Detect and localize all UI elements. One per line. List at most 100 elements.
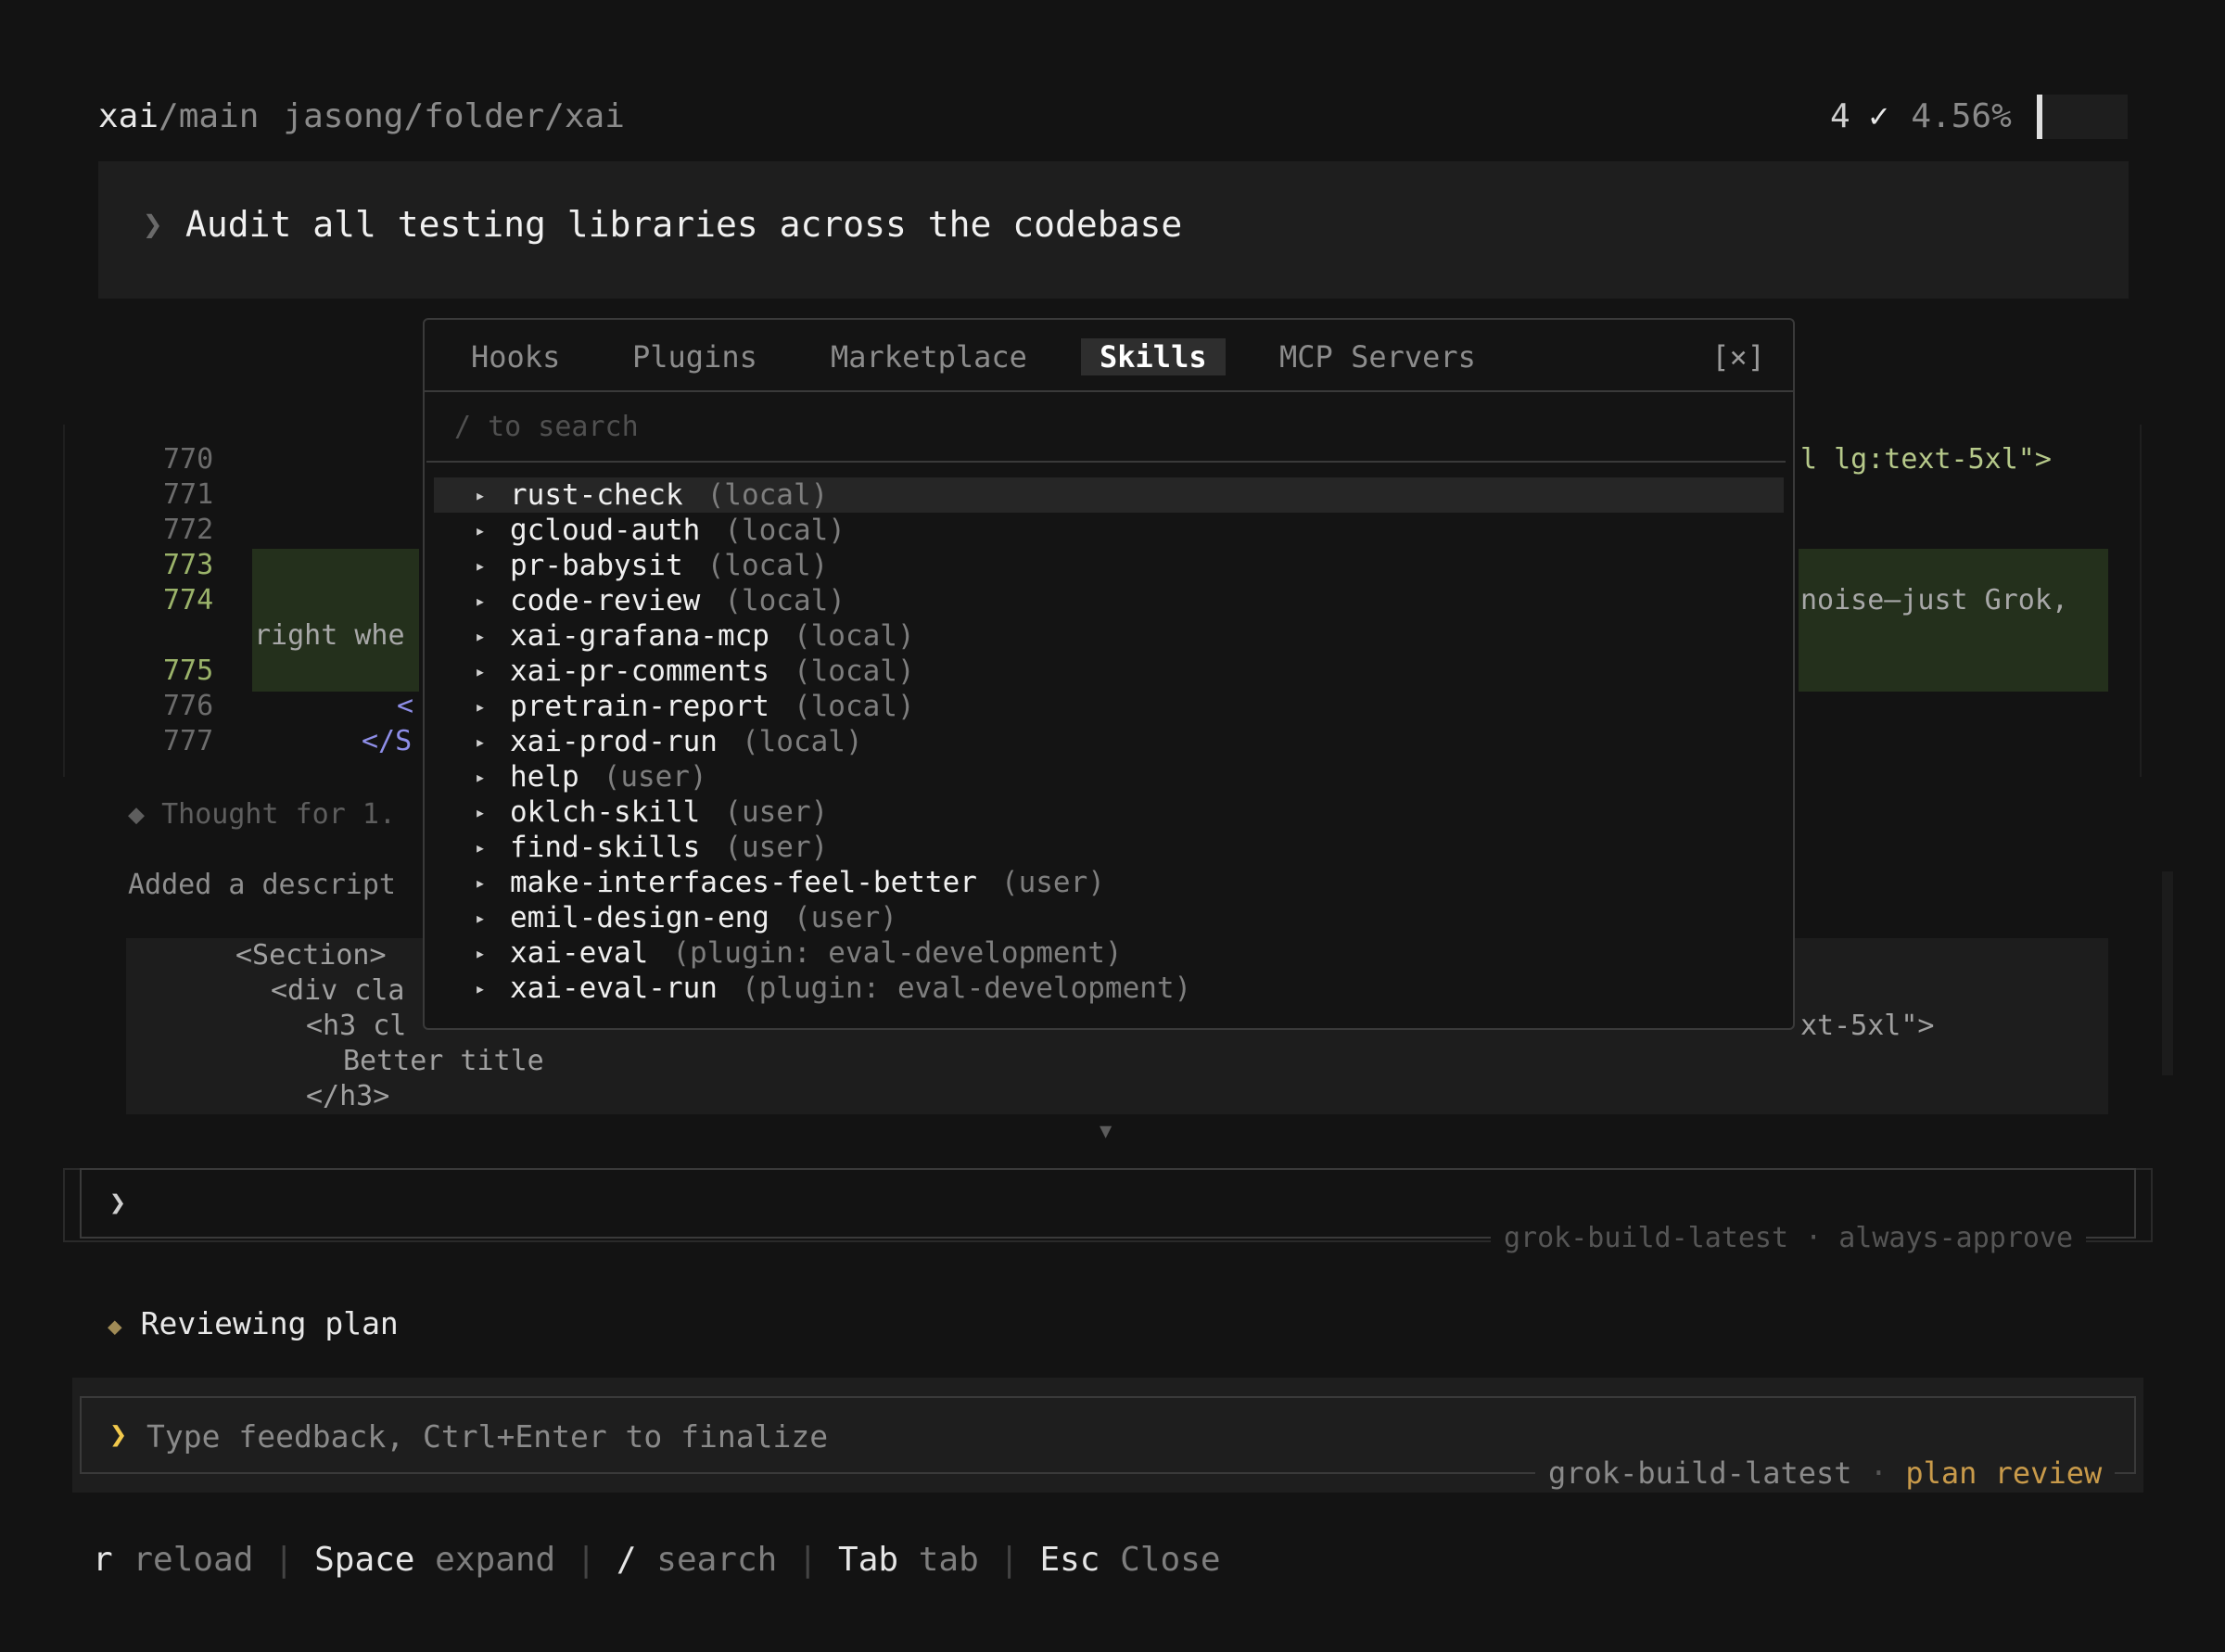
mode-label: plan review (1905, 1455, 2103, 1491)
branch-name: main (178, 97, 260, 135)
snippet-line: <Section> (235, 939, 387, 972)
snippet-line: <div cla (271, 974, 405, 1007)
skill-source: (local) (724, 514, 846, 547)
skill-source: (local) (706, 549, 829, 582)
code-fragment: l lg:text-5xl"> (1800, 443, 2052, 476)
skill-source: (plugin: eval-development) (672, 936, 1123, 970)
key-action[interactable]: Close (1120, 1541, 1220, 1579)
tab-skills[interactable]: Skills (1081, 338, 1226, 375)
snippet-line: </h3> (306, 1080, 390, 1112)
code-fragment: noise—just Grok, (1800, 584, 2068, 616)
list-item[interactable]: ▸ xai-prod-run (local) (434, 724, 1784, 759)
divider: | (998, 1541, 1020, 1579)
search-input[interactable] (452, 405, 1290, 448)
line-number: 775 (163, 654, 214, 687)
key-action[interactable]: tab (919, 1541, 979, 1579)
extensions-modal: Hooks Plugins Marketplace Skills MCP Ser… (423, 318, 1795, 1030)
diff-added-highlight (1799, 549, 2108, 692)
skill-source: (local) (724, 584, 846, 617)
expand-icon: ▸ (475, 766, 487, 788)
working-path: jasong/folder/xai (283, 97, 625, 135)
list-item[interactable]: ▸ xai-pr-comments (local) (434, 654, 1784, 689)
expand-icon: ▸ (475, 519, 487, 541)
tab-plugins[interactable]: Plugins (632, 338, 757, 375)
scrollbar[interactable] (2162, 871, 2173, 1075)
expand-icon: ▸ (475, 977, 487, 999)
feedback-meta: grok-build-latest · plan review (1535, 1454, 2116, 1493)
list-item[interactable]: ▸ xai-eval-run (plugin: eval-development) (434, 971, 1784, 1006)
assistant-message: Added a descript (128, 869, 396, 901)
model-name: grok-build-latest (1548, 1455, 1852, 1491)
expand-icon: ▸ (475, 625, 487, 647)
modal-tab-bar: Hooks Plugins Marketplace Skills MCP Ser… (425, 320, 1793, 392)
meta-separator: · (1851, 1455, 1906, 1491)
list-item[interactable]: ▸ make-interfaces-feel-better (user) (434, 865, 1784, 900)
model-mode-label: grok-build-latest · always-approve (1491, 1220, 2087, 1257)
skill-source: (user) (1000, 866, 1105, 899)
key-label: r (93, 1541, 113, 1579)
tab-marketplace[interactable]: Marketplace (831, 338, 1027, 375)
divider: | (797, 1541, 819, 1579)
close-button[interactable]: [×] (1711, 338, 1765, 375)
list-item[interactable]: ▸ xai-grafana-mcp (local) (434, 618, 1784, 654)
repo-separator: / (159, 97, 179, 135)
divider: | (273, 1541, 295, 1579)
snippet-line: Better title (343, 1045, 544, 1077)
key-label: Esc (1039, 1541, 1100, 1579)
skill-name: code-review (510, 584, 701, 617)
skill-source: (local) (706, 478, 829, 512)
skill-name: oklch-skill (510, 795, 701, 829)
skill-name: pr-babysit (510, 549, 683, 582)
search-bar (426, 392, 1786, 463)
skill-name: xai-prod-run (510, 725, 718, 758)
thought-summary[interactable]: ◆ Thought for 1. (128, 797, 396, 832)
list-item[interactable]: ▸ xai-eval (plugin: eval-development) (434, 935, 1784, 971)
list-item[interactable]: ▸ help (user) (434, 759, 1784, 794)
list-item[interactable]: ▸ gcloud-auth (local) (434, 513, 1784, 548)
list-item[interactable]: ▸ pr-babysit (local) (434, 548, 1784, 583)
code-fragment: < (397, 690, 414, 722)
key-label: Tab (838, 1541, 899, 1579)
list-item[interactable]: ▸ rust-check (local) (434, 477, 1784, 513)
list-item[interactable]: ▸ pretrain-report (local) (434, 689, 1784, 724)
repo-breadcrumb: xai/main jasong/folder/xai (98, 93, 625, 141)
list-item[interactable]: ▸ oklch-skill (user) (434, 794, 1784, 830)
expand-icon: ▸ (475, 660, 487, 682)
expand-icon: ▸ (475, 554, 487, 577)
skill-name: find-skills (510, 831, 701, 864)
chevron-right-icon: ❯ (143, 206, 163, 244)
skill-source: (user) (603, 760, 707, 794)
tab-mcp-servers[interactable]: MCP Servers (1279, 338, 1476, 375)
snippet-line: xt-5xl"> (1800, 1010, 1935, 1042)
key-action[interactable]: reload (133, 1541, 253, 1579)
prompt-text: Audit all testing libraries across the c… (185, 204, 1183, 245)
skill-source: (plugin: eval-development) (741, 972, 1192, 1005)
skill-source: (user) (793, 901, 897, 934)
expand-icon: ▸ (475, 695, 487, 718)
expand-icon: ▸ (475, 484, 487, 506)
line-number: 770 (163, 443, 214, 476)
code-fragment: </S (362, 725, 413, 757)
tab-hooks[interactable]: Hooks (471, 338, 560, 375)
expand-icon: ▸ (475, 590, 487, 612)
key-action[interactable]: expand (435, 1541, 555, 1579)
chevron-right-icon: ❯ (109, 1417, 128, 1452)
context-percent: 4.56% (1911, 97, 2012, 135)
status-indicator: 4 ✓ 4.56% (1830, 93, 2012, 141)
skill-name: make-interfaces-feel-better (510, 866, 977, 899)
skill-source: (local) (793, 690, 915, 723)
skill-name: rust-check (510, 478, 683, 512)
keybinding-bar: r reload | Space expand | / search | Tab tab | E… (93, 1537, 1221, 1583)
key-action[interactable]: search (656, 1541, 777, 1579)
status-text: Reviewing plan (140, 1305, 399, 1341)
task-count: 4 (1830, 97, 1850, 135)
expand-icon: ▸ (475, 907, 487, 929)
list-item[interactable]: ▸ find-skills (user) (434, 830, 1784, 865)
expand-icon: ▸ (475, 836, 487, 858)
status-line: ◆ Reviewing plan (108, 1303, 399, 1344)
skill-name: xai-eval (510, 936, 649, 970)
scroll-down-icon[interactable]: ▼ (1100, 1120, 1112, 1143)
feedback-input[interactable] (145, 1413, 1446, 1459)
list-item[interactable]: ▸ code-review (local) (434, 583, 1784, 618)
list-item[interactable]: ▸ emil-design-eng (user) (434, 900, 1784, 935)
